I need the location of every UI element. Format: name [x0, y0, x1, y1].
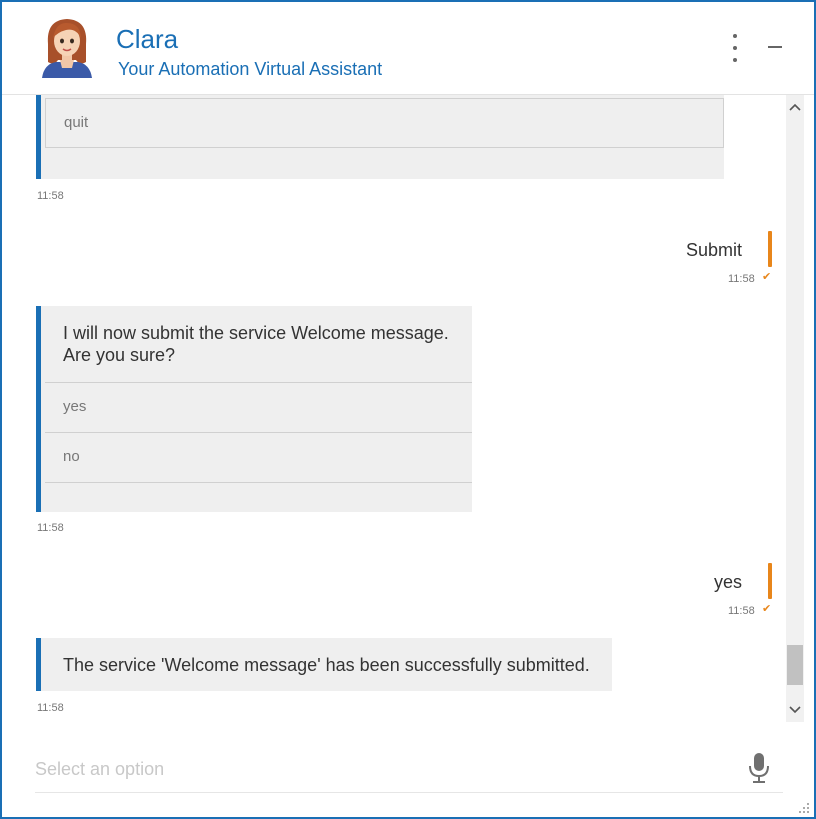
resize-grip[interactable]: [798, 801, 810, 813]
bot-message: The service 'Welcome message' has been s…: [36, 638, 612, 691]
chat-scrollbar[interactable]: [786, 95, 804, 722]
bot-message: I will now submit the service Welcome me…: [36, 306, 472, 512]
option-yes[interactable]: yes: [45, 382, 472, 432]
option-quit[interactable]: quit: [45, 98, 724, 148]
message-input[interactable]: [35, 754, 725, 784]
scroll-thumb[interactable]: [787, 645, 803, 685]
bot-message: quit: [36, 95, 724, 179]
chevron-down-icon[interactable]: [786, 701, 804, 719]
assistant-subtitle: Your Automation Virtual Assistant: [118, 59, 383, 79]
user-message: yes: [713, 572, 742, 592]
minimize-button[interactable]: [766, 38, 784, 56]
mic-icon: [749, 753, 769, 783]
assistant-name: Clara: [116, 24, 179, 54]
message-time: 11:58: [728, 273, 755, 285]
message-time: 11:58: [37, 702, 64, 714]
user-message-bar: [768, 563, 772, 599]
option-no[interactable]: no: [45, 432, 472, 483]
message-time: 11:58: [37, 522, 64, 534]
message-text: I will now submit the service Welcome me…: [63, 323, 449, 343]
assistant-avatar: [36, 14, 98, 78]
double-check-icon: ✔: [762, 603, 772, 615]
mic-button[interactable]: [747, 752, 771, 784]
double-check-icon: ✔: [762, 271, 772, 283]
message-text: The service 'Welcome message' has been s…: [63, 655, 590, 675]
message-time: 11:58: [37, 190, 64, 202]
more-options-button[interactable]: [726, 34, 744, 62]
chat-header: Clara Your Automation Virtual Assistant: [2, 2, 814, 95]
message-time: 11:58: [728, 605, 755, 617]
message-text: Are you sure?: [63, 345, 176, 365]
chat-window: Clara Your Automation Virtual Assistant …: [0, 0, 816, 819]
chat-log: quit 11:58 Submit 11:58 ✔ I will now sub…: [2, 95, 786, 722]
chevron-up-icon[interactable]: [786, 98, 804, 116]
minimize-icon: [768, 46, 782, 48]
more-vert-icon: [733, 34, 737, 38]
user-message: Submit: [685, 240, 742, 260]
user-message-bar: [768, 231, 772, 267]
message-input-area: [35, 746, 783, 793]
